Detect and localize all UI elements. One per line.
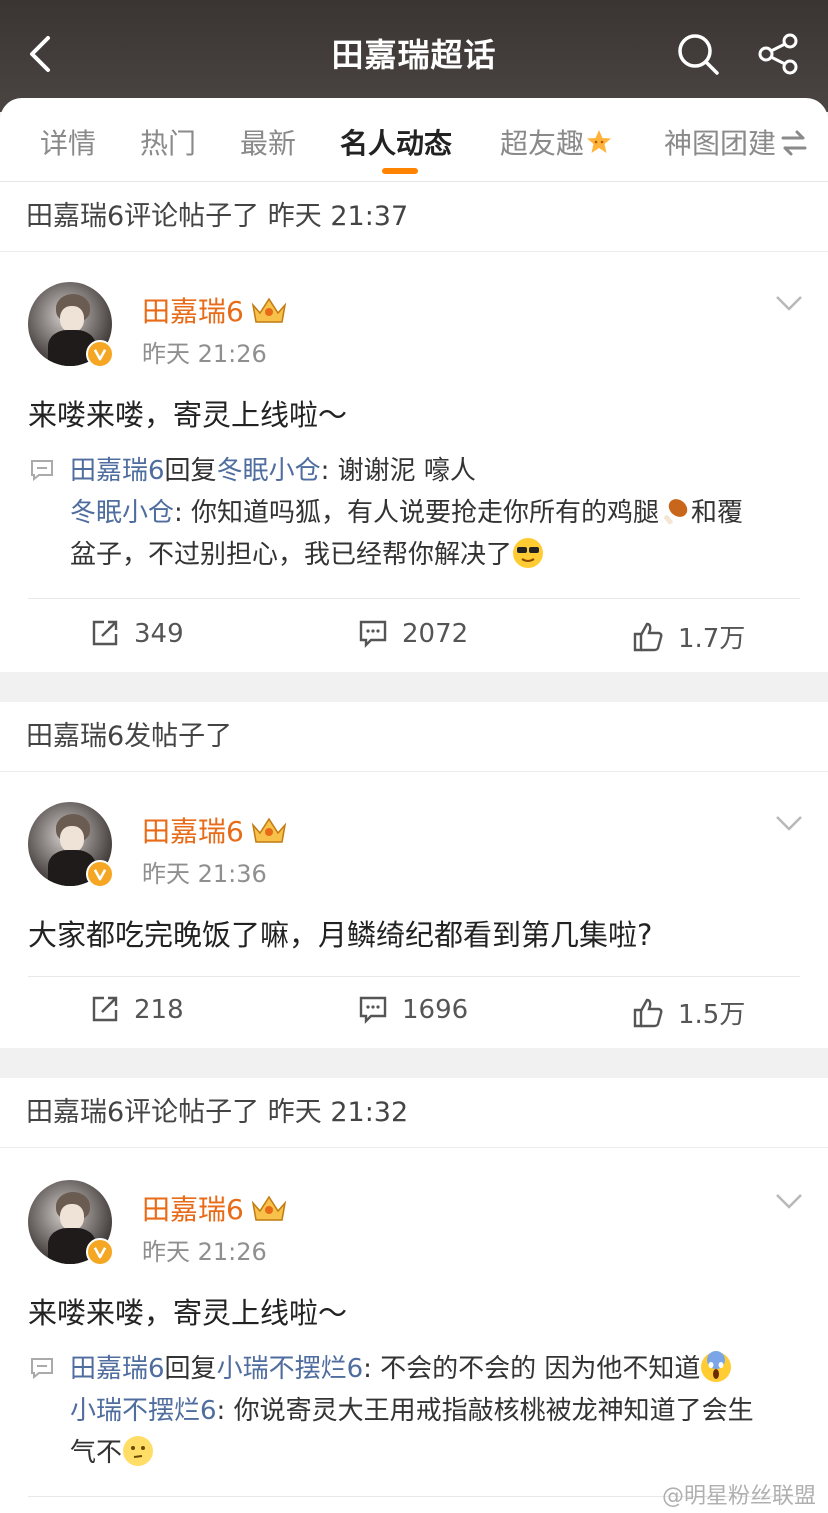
share-icon[interactable] bbox=[756, 32, 800, 76]
comment-original[interactable]: 冬眠小仓: 你知道吗狐，有人说要抢走你所有的鸡腿 和覆盆子，不过别担心，我已经帮你… bbox=[70, 492, 800, 576]
reply-word: 回复 bbox=[164, 456, 217, 486]
post-time: 昨天 21:26 bbox=[142, 1238, 267, 1266]
comment-text: : 你说寄灵大王用戒指敲核桃被龙神知道了会生 bbox=[216, 1396, 754, 1426]
divider bbox=[28, 598, 800, 599]
tab-bar: 详情 热门 最新 名人动态 超友趣 神图团建 bbox=[0, 98, 828, 182]
swap-arrows-icon[interactable] bbox=[780, 130, 808, 156]
comment-icon bbox=[359, 620, 387, 648]
thumbs-up-icon bbox=[633, 622, 663, 652]
divider bbox=[28, 976, 800, 977]
top-bar: 田嘉瑞超话 bbox=[0, 0, 828, 112]
reply-user[interactable]: 田嘉瑞6 bbox=[70, 1354, 165, 1384]
poster-name-text: 田嘉瑞6 bbox=[142, 1193, 244, 1226]
repost-count: 218 bbox=[134, 995, 184, 1025]
comment-text-cont: 和覆 bbox=[691, 498, 744, 528]
chevron-down-icon[interactable] bbox=[774, 1192, 804, 1210]
sunglasses-emoji-icon bbox=[513, 538, 544, 568]
star-icon bbox=[587, 130, 612, 153]
drumstick-emoji-icon bbox=[664, 499, 688, 525]
crown-icon bbox=[251, 297, 287, 323]
post-card: 田嘉瑞6 昨天 21:36 大家都吃完晚饭了嘛，月鳞绮纪都看到第几集啦? 218… bbox=[0, 772, 828, 1048]
comment-bubble-icon bbox=[31, 460, 53, 481]
tab-hot[interactable]: 热门 bbox=[140, 122, 196, 162]
search-icon[interactable] bbox=[676, 32, 720, 76]
comment-text-line2: 气不 bbox=[70, 1438, 123, 1468]
poster-name-text: 田嘉瑞6 bbox=[142, 815, 244, 848]
tab-details[interactable]: 详情 bbox=[40, 122, 96, 162]
comment-reply[interactable]: 田嘉瑞6回复小瑞不摆烂6: 不会的不会的 因为他不知道 bbox=[70, 1348, 800, 1390]
comment-original[interactable]: 小瑞不摆烂6: 你说寄灵大王用戒指敲核桃被龙神知道了会生气不 bbox=[70, 1390, 800, 1474]
reply-text: : 不会的不会的 因为他不知道 bbox=[363, 1354, 701, 1384]
like-button[interactable]: 1.7万 bbox=[632, 618, 745, 655]
tab-celebrity-updates[interactable]: 名人动态 bbox=[340, 122, 452, 162]
repost-count: 349 bbox=[134, 619, 184, 649]
reply-target-user[interactable]: 冬眠小仓 bbox=[217, 456, 321, 486]
verified-badge-icon bbox=[86, 1238, 114, 1266]
repost-icon bbox=[92, 996, 118, 1022]
repost-button[interactable]: 349 bbox=[90, 618, 184, 649]
tab-meme-team[interactable]: 神图团建 bbox=[664, 122, 808, 162]
comment-reply[interactable]: 田嘉瑞6回复冬眠小仓: 谢谢泥 嚎人 bbox=[70, 450, 800, 492]
post-content: 大家都吃完晚饭了嘛，月鳞绮纪都看到第几集啦? bbox=[28, 918, 653, 952]
chevron-down-icon[interactable] bbox=[774, 294, 804, 312]
crown-icon bbox=[251, 817, 287, 843]
post-card: 田嘉瑞6 昨天 21:26 来喽来喽，寄灵上线啦～ 田嘉瑞6回复冬眠小仓: 谢谢… bbox=[0, 252, 828, 672]
post-content: 来喽来喽，寄灵上线啦～ bbox=[28, 398, 348, 432]
comment-button[interactable]: 1696 bbox=[358, 994, 468, 1025]
post-time: 昨天 21:26 bbox=[142, 340, 267, 368]
comment-user[interactable]: 小瑞不摆烂6 bbox=[70, 1396, 217, 1426]
like-count: 1.5万 bbox=[678, 1000, 746, 1030]
reply-word: 回复 bbox=[164, 1354, 217, 1384]
scream-emoji-icon bbox=[701, 1351, 732, 1382]
reply-target-user[interactable]: 小瑞不摆烂6 bbox=[217, 1354, 364, 1384]
comment-icon bbox=[359, 996, 387, 1024]
active-tab-indicator bbox=[382, 168, 418, 174]
activity-header: 田嘉瑞6评论帖子了 昨天 21:37 bbox=[0, 182, 828, 252]
comment-count: 2072 bbox=[402, 619, 469, 649]
chevron-down-icon[interactable] bbox=[774, 814, 804, 832]
comment-text: : 你知道吗狐，有人说要抢走你所有的鸡腿 bbox=[174, 498, 660, 528]
comment-count: 1696 bbox=[402, 995, 469, 1025]
like-button[interactable]: 1.5万 bbox=[632, 994, 745, 1031]
tab-super-fun-label: 超友趣 bbox=[500, 127, 585, 160]
thinking-emoji-icon bbox=[123, 1436, 154, 1466]
thumbs-up-icon bbox=[633, 998, 663, 1028]
activity-header: 田嘉瑞6评论帖子了 昨天 21:32 bbox=[0, 1078, 828, 1148]
tab-super-fun[interactable]: 超友趣 bbox=[500, 122, 612, 162]
post-content: 来喽来喽，寄灵上线啦～ bbox=[28, 1296, 348, 1330]
verified-badge-icon bbox=[86, 340, 114, 368]
repost-button[interactable]: 218 bbox=[90, 994, 184, 1025]
poster-name[interactable]: 田嘉瑞6 bbox=[142, 1188, 288, 1228]
verified-badge-icon bbox=[86, 860, 114, 888]
comment-bubble-icon bbox=[31, 1358, 53, 1379]
comment-button[interactable]: 2072 bbox=[358, 618, 468, 649]
activity-header: 田嘉瑞6发帖子了 bbox=[0, 702, 828, 772]
comment-text-line2: 盆子，不过别担心，我已经帮你解决了 bbox=[70, 540, 513, 570]
comment-user[interactable]: 冬眠小仓 bbox=[70, 498, 174, 528]
post-card: 田嘉瑞6 昨天 21:26 来喽来喽，寄灵上线啦～ 田嘉瑞6回复小瑞不摆烂6: … bbox=[0, 1148, 828, 1513]
poster-name[interactable]: 田嘉瑞6 bbox=[142, 290, 288, 330]
crown-icon bbox=[251, 1195, 287, 1221]
tab-meme-team-label: 神图团建 bbox=[664, 127, 777, 160]
tab-latest[interactable]: 最新 bbox=[240, 122, 296, 162]
like-count: 1.7万 bbox=[678, 624, 746, 654]
watermark: @明星粉丝联盟 bbox=[661, 1484, 816, 1509]
repost-icon bbox=[92, 620, 118, 646]
poster-name[interactable]: 田嘉瑞6 bbox=[142, 810, 288, 850]
reply-user[interactable]: 田嘉瑞6 bbox=[70, 456, 165, 486]
poster-name-text: 田嘉瑞6 bbox=[142, 295, 244, 328]
reply-text: : 谢谢泥 嚎人 bbox=[320, 456, 476, 486]
post-time: 昨天 21:36 bbox=[142, 860, 267, 888]
